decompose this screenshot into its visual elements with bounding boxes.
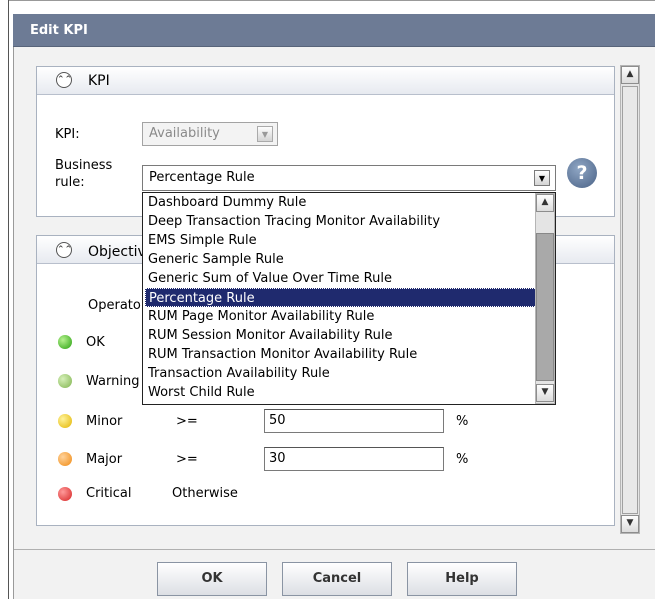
content-scroll-down-icon[interactable]: ▼: [621, 515, 639, 533]
dialog-title: Edit KPI: [30, 23, 88, 38]
content-scroll-thumb[interactable]: [622, 86, 638, 514]
minor-unit: %: [456, 414, 469, 429]
business-rule-arrow-icon[interactable]: ▼: [534, 170, 550, 186]
collapse-kpi-icon[interactable]: ⌃⌃: [56, 72, 72, 88]
minor-status-icon: [58, 414, 72, 428]
ok-label: OK: [86, 335, 105, 350]
warning-label: Warning: [86, 374, 140, 389]
list-item[interactable]: Dashboard Dummy Rule: [145, 193, 537, 212]
list-item[interactable]: Worst Child Rule: [145, 383, 537, 402]
critical-operator: Otherwise: [172, 486, 238, 501]
warning-status-icon: [58, 374, 72, 388]
major-threshold-input[interactable]: 30: [264, 447, 444, 471]
window-border-left: [8, 0, 9, 599]
help-button[interactable]: Help: [407, 562, 517, 596]
kpi-panel-title: KPI: [88, 73, 110, 89]
window-border-top: [8, 0, 655, 1]
business-rule-select-value: Percentage Rule: [149, 170, 255, 185]
kpi-select[interactable]: Availability ▼: [142, 122, 278, 146]
business-rule-label-line2: rule:: [55, 175, 85, 190]
dropdown-scroll-thumb[interactable]: [536, 233, 554, 381]
footer-separator: [14, 549, 655, 550]
critical-label: Critical: [86, 486, 132, 501]
major-unit: %: [456, 452, 469, 467]
cancel-button[interactable]: Cancel: [282, 562, 392, 596]
list-item[interactable]: Deep Transaction Tracing Monitor Availab…: [145, 212, 537, 231]
help-icon[interactable]: ?: [567, 158, 597, 188]
list-item[interactable]: RUM Page Monitor Availability Rule: [145, 307, 537, 326]
major-status-icon: [58, 452, 72, 466]
minor-threshold-input[interactable]: 50: [264, 409, 444, 433]
collapse-objectives-icon[interactable]: ⌃⌃: [56, 242, 72, 258]
critical-status-icon: [58, 487, 72, 501]
kpi-label: KPI:: [55, 127, 80, 142]
major-label: Major: [86, 452, 123, 467]
dialog-titlebar[interactable]: [13, 14, 655, 47]
major-operator: >=: [176, 452, 198, 467]
business-rule-select[interactable]: Percentage Rule ▼: [142, 165, 556, 191]
kpi-panel-header[interactable]: [37, 67, 614, 95]
minor-operator: >=: [176, 414, 198, 429]
list-item[interactable]: Generic Sum of Value Over Time Rule: [145, 269, 537, 288]
list-item[interactable]: RUM Transaction Monitor Availability Rul…: [145, 345, 537, 364]
list-item-selected[interactable]: Percentage Rule: [145, 288, 537, 307]
minor-label: Minor: [86, 414, 123, 429]
list-item[interactable]: EMS Simple Rule: [145, 231, 537, 250]
dropdown-scroll-up-icon[interactable]: ▲: [536, 194, 554, 212]
dropdown-scroll-down-icon[interactable]: ▼: [536, 384, 554, 402]
list-item[interactable]: RUM Session Monitor Availability Rule: [145, 326, 537, 345]
content-scroll-up-icon[interactable]: ▲: [621, 66, 639, 84]
kpi-select-value: Availability: [149, 126, 220, 141]
operator-header: Operator: [88, 298, 147, 313]
list-item[interactable]: Transaction Availability Rule: [145, 364, 537, 383]
ok-button[interactable]: OK: [157, 562, 267, 596]
business-rule-label-line1: Business: [55, 158, 113, 173]
business-rule-dropdown-list[interactable]: Dashboard Dummy Rule Deep Transaction Tr…: [142, 192, 556, 405]
list-item[interactable]: Generic Sample Rule: [145, 250, 537, 269]
ok-status-icon: [58, 335, 72, 349]
kpi-select-arrow-icon[interactable]: ▼: [257, 126, 273, 142]
